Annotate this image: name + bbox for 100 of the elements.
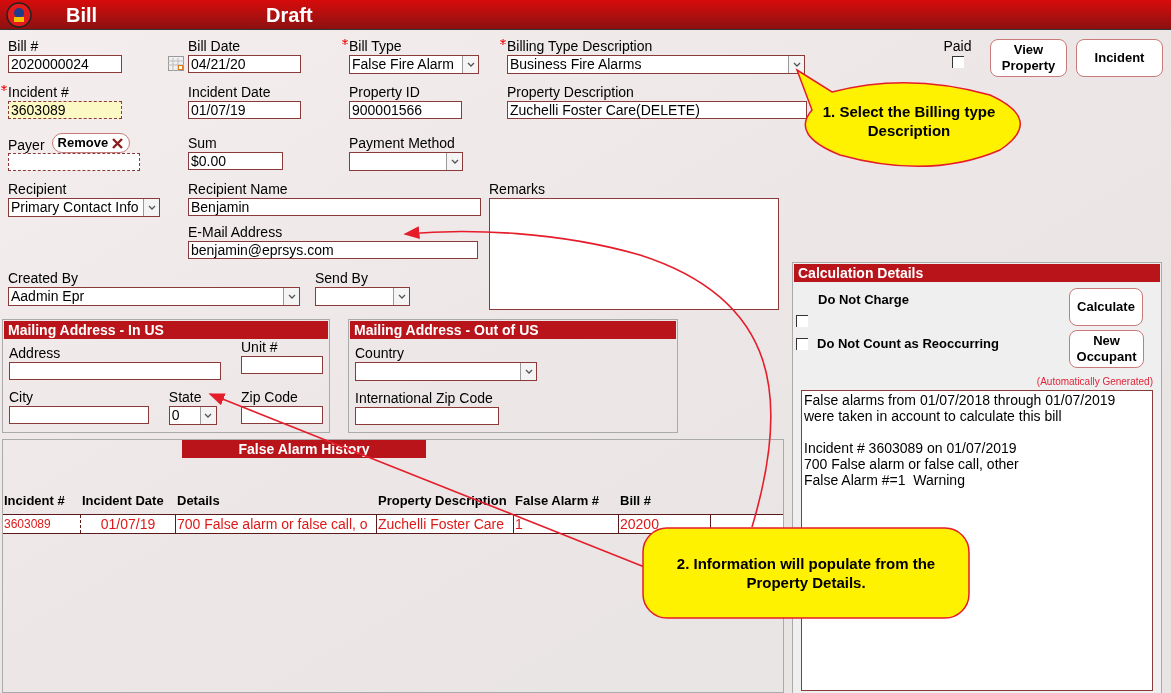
select-field[interactable]: Primary Contact Info: [8, 198, 160, 217]
callout-text: 1. Select the Billing type Description: [821, 102, 997, 140]
text-field[interactable]: Zuchelli Foster Care(DELETE): [507, 101, 807, 119]
field-label: Incident #: [8, 84, 69, 100]
field-label: Incident Date: [188, 84, 271, 100]
field-label: Payment Method: [349, 135, 455, 151]
calculation-line: Incident # 3603089 on 01/07/2019: [804, 440, 1018, 456]
chevron-down-icon: [792, 62, 801, 67]
dropdown-button[interactable]: [199, 407, 216, 424]
field-label: Sum: [188, 135, 217, 151]
text-field[interactable]: 2020000024: [8, 55, 122, 73]
table-cell: 01/07/19: [81, 515, 176, 533]
text-field[interactable]: [9, 362, 221, 380]
text-field[interactable]: 3603089: [8, 101, 122, 119]
field-label: Address: [9, 345, 61, 361]
remove-button[interactable]: Remove: [51, 133, 131, 153]
field-label: Created By: [8, 270, 79, 286]
field-label: Zip Code: [241, 389, 298, 405]
chevron-down-icon: [524, 369, 533, 374]
select-field[interactable]: [355, 362, 537, 381]
field-label: Billing Type Description: [507, 38, 653, 54]
calendar-icon[interactable]: [168, 56, 184, 71]
column-header: Incident #: [4, 493, 65, 508]
field-label: E-Mail Address: [188, 224, 283, 240]
action-button[interactable]: Incident: [1076, 39, 1163, 77]
table-cell: Zuchelli Foster Care: [377, 515, 514, 533]
field-label: State: [168, 389, 202, 405]
field-label: Bill #: [8, 38, 39, 54]
text-field[interactable]: [8, 153, 140, 171]
field-label: Recipient: [8, 181, 67, 197]
dropdown-button[interactable]: [393, 288, 409, 305]
chevron-down-icon: [204, 413, 213, 418]
close-icon: [111, 136, 125, 150]
dropdown-button[interactable]: [283, 288, 299, 305]
field-label: Send By: [315, 270, 368, 286]
field-label: Bill Type: [349, 38, 402, 54]
field-label: City: [9, 389, 34, 405]
dropdown-button[interactable]: [446, 153, 462, 170]
dropdown-button[interactable]: [462, 56, 478, 73]
emblem-icon: [6, 1, 32, 28]
status-title: Draft: [266, 2, 313, 28]
remarks-field[interactable]: [489, 198, 779, 310]
chevron-down-icon: [397, 294, 406, 299]
select-field[interactable]: 0: [168, 406, 217, 425]
field-label: Recipient Name: [188, 181, 288, 197]
chevron-down-icon: [287, 294, 296, 299]
checkbox[interactable]: [951, 56, 964, 68]
panel-header: Mailing Address - In US: [4, 321, 328, 339]
panel-header: Calculation Details: [794, 264, 1160, 282]
column-header: Details: [177, 493, 220, 508]
action-button[interactable]: View Property: [990, 39, 1067, 77]
select-field[interactable]: Business Fire Alarms: [507, 55, 805, 74]
text-field[interactable]: $0.00: [188, 152, 283, 170]
chevron-down-icon: [466, 62, 475, 67]
text-field[interactable]: [241, 356, 323, 374]
history-row[interactable]: 3603089 01/07/19 700 False alarm or false call, o Zuchelli Foster Care 1 20200: [3, 514, 783, 534]
dropdown-button[interactable]: [788, 56, 804, 73]
text-field[interactable]: [9, 406, 149, 424]
field-label: Paid: [943, 38, 972, 54]
field-label: Bill Date: [188, 38, 241, 54]
select-field[interactable]: False Fire Alarm: [349, 55, 479, 74]
dropdown-button[interactable]: [520, 363, 536, 380]
select-field[interactable]: [349, 152, 463, 171]
text-field[interactable]: benjamin@eprsys.com: [188, 241, 478, 259]
panel-header: False Alarm History: [182, 440, 426, 458]
field-label: Payer: [8, 137, 45, 153]
column-header: False Alarm #: [515, 493, 600, 508]
select-field[interactable]: Aadmin Epr: [8, 287, 300, 306]
calculation-line: were taken in account to calculate this bill: [804, 408, 1063, 424]
table-cell: 700 False alarm or false call, o: [176, 515, 377, 533]
table-cell: 1: [514, 515, 619, 533]
callout-text: 2. Information will populate from the Property Details.: [675, 554, 937, 592]
select-field[interactable]: [315, 287, 410, 306]
panel-header: Mailing Address - Out of US: [350, 321, 676, 339]
checkbox-label: Do Not Charge: [818, 292, 910, 308]
text-field[interactable]: 01/07/19: [188, 101, 301, 119]
text-field[interactable]: Benjamin: [188, 198, 481, 216]
auto-generated-note: (Automatically Generated): [1036, 376, 1153, 388]
calculation-line: False Alarm #=1 Warning: [804, 472, 966, 488]
text-field[interactable]: [241, 406, 323, 424]
field-label: International Zip Code: [355, 390, 493, 406]
field-label: Property ID: [349, 84, 420, 100]
column-header: Incident Date: [82, 493, 164, 508]
field-label: Property Description: [507, 84, 634, 100]
action-button[interactable]: New Occupant: [1069, 330, 1144, 368]
checkbox[interactable]: [796, 315, 808, 327]
field-label: Unit #: [241, 339, 278, 355]
calculation-line: 700 False alarm or false call, other: [804, 456, 1020, 472]
text-field[interactable]: 900001566: [349, 101, 462, 119]
chevron-down-icon: [147, 205, 156, 210]
dropdown-button[interactable]: [143, 199, 159, 216]
page-title: Bill: [66, 2, 99, 28]
table-cell: 3603089: [3, 515, 81, 533]
action-button[interactable]: Calculate: [1069, 288, 1143, 326]
text-field[interactable]: 04/21/20: [188, 55, 301, 73]
checkbox-label: Do Not Count as Reoccurring: [817, 336, 999, 352]
calculation-line: False alarms from 01/07/2018 through 01/07/2019: [804, 392, 1117, 408]
checkbox[interactable]: [796, 338, 808, 350]
field-label: Country: [355, 345, 405, 361]
text-field[interactable]: [355, 407, 499, 425]
